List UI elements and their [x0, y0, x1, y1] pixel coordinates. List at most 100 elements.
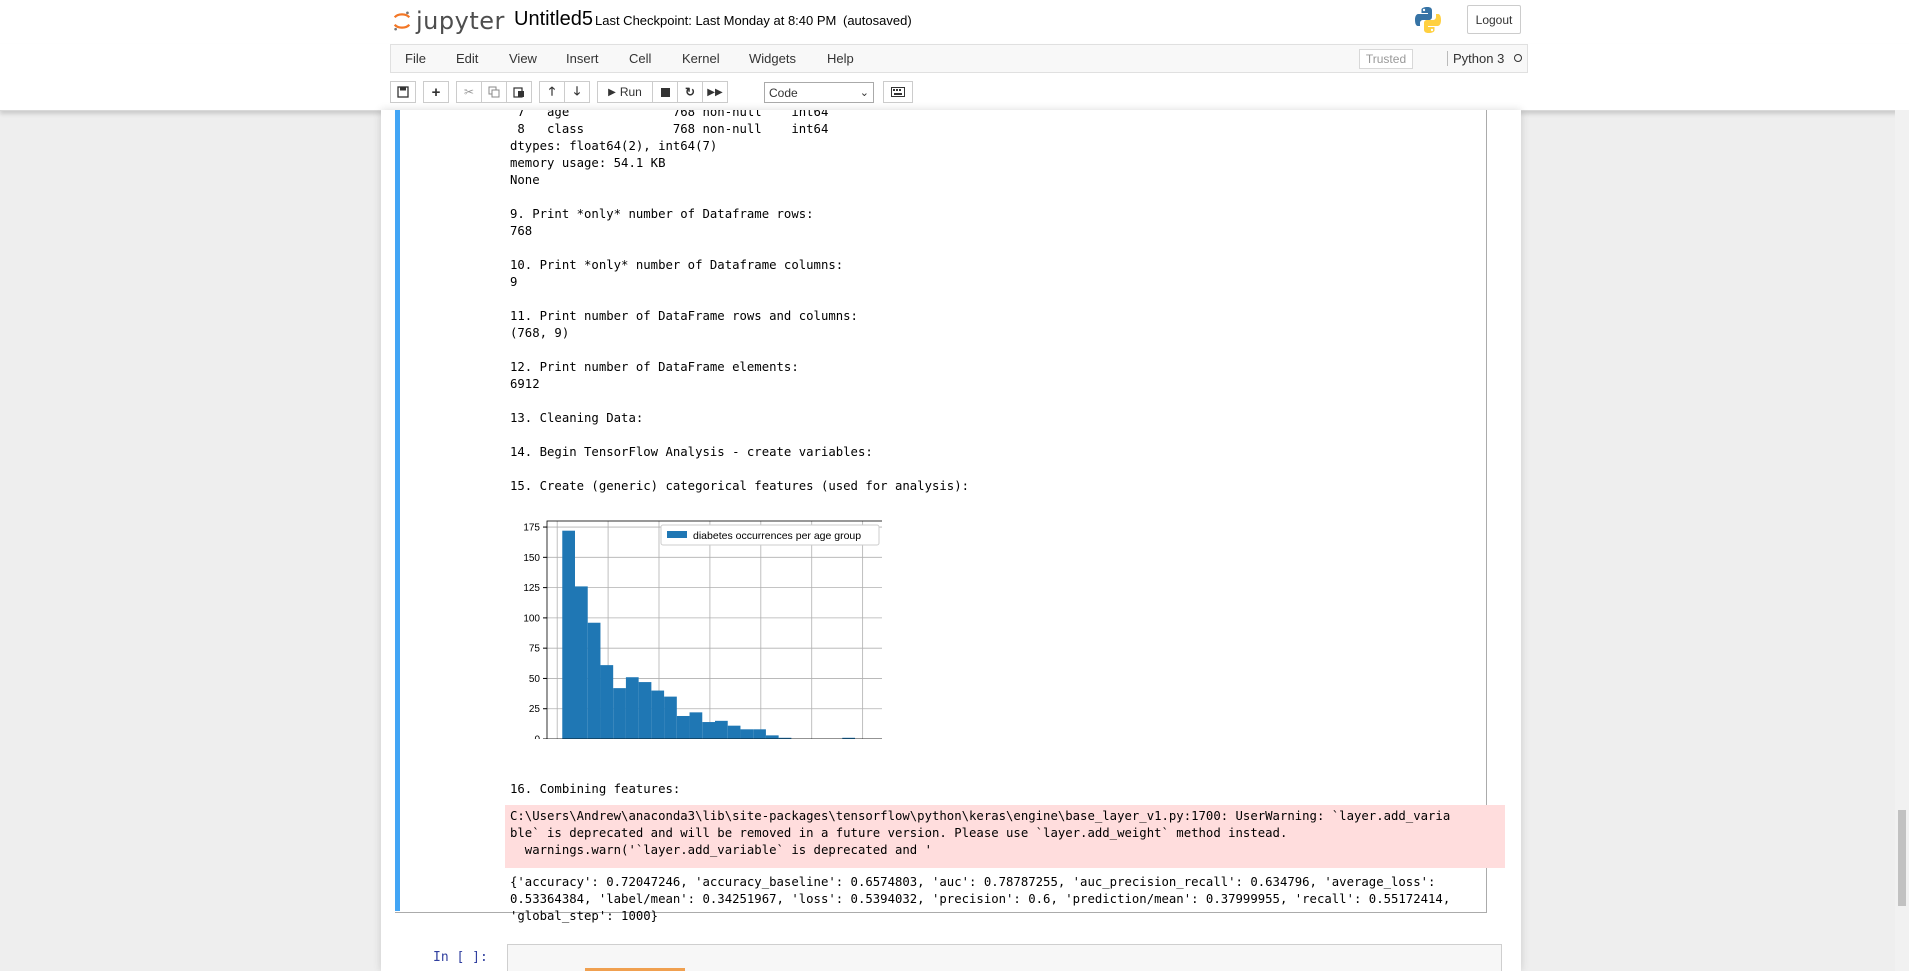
y-tick-label: 50	[529, 674, 541, 685]
selected-cell-indicator	[395, 110, 400, 911]
histogram-bar	[664, 696, 677, 739]
menubar-area: File Edit View Insert Cell Kernel Widget…	[0, 44, 1909, 111]
menubar: File Edit View Insert Cell Kernel Widget…	[390, 44, 1528, 73]
restart-button[interactable]: ↻	[677, 81, 703, 103]
stderr-line: ble` is deprecated and will be removed i…	[510, 826, 1288, 840]
histogram-bar	[575, 586, 588, 739]
kernel-name[interactable]: Python 3	[1447, 51, 1504, 66]
notebook-container: 7 age 768 non-null int64 8 class 768 non…	[381, 110, 1521, 971]
python-icon	[1415, 7, 1441, 33]
restart-run-all-button[interactable]: ▶▶	[702, 81, 728, 103]
histogram-chart: 203040506070800255075100125150175diabete…	[523, 520, 882, 740]
histogram-bar	[689, 712, 703, 739]
chevron-down-icon: ⌄	[859, 87, 869, 99]
scrollbar[interactable]	[1895, 110, 1909, 971]
save-icon	[397, 86, 409, 98]
menu-widgets[interactable]: Widgets	[749, 51, 796, 66]
section16-label: 16. Combining features:	[510, 782, 681, 796]
input-prompt: In [ ]:	[433, 950, 488, 965]
histogram-bar	[740, 729, 754, 739]
histogram-bar	[715, 720, 728, 739]
copy-button[interactable]	[481, 81, 507, 103]
menu-cell[interactable]: Cell	[629, 51, 651, 66]
paste-button[interactable]	[506, 81, 532, 103]
histogram-bar	[613, 688, 626, 739]
stderr-line: C:\Users\Andrew\anaconda3\lib\site-packa…	[510, 809, 1451, 823]
move-up-button[interactable]: 🡑	[539, 81, 565, 103]
arrow-down-icon: 🡓	[573, 83, 581, 98]
logout-button[interactable]: Logout	[1467, 5, 1521, 34]
interrupt-button[interactable]	[652, 81, 678, 103]
output-line: dtypes: float64(2), int64(7)	[510, 139, 718, 153]
cell-type-select[interactable]: Code ⌄	[764, 82, 874, 103]
move-down-button[interactable]: 🡓	[564, 81, 590, 103]
scrollbar-thumb[interactable]	[1898, 810, 1906, 906]
y-tick-label: 125	[523, 583, 540, 594]
histogram-bar	[753, 729, 766, 739]
output-line: 6912	[510, 377, 540, 391]
paste-icon	[513, 87, 524, 98]
histogram-bar	[600, 665, 614, 739]
arrow-up-icon: 🡑	[548, 83, 556, 98]
output-line: 15. Create (generic) categorical feature…	[510, 479, 970, 493]
command-palette-button[interactable]	[883, 81, 913, 103]
cell-output-text: 7 age 768 non-null int64 8 class 768 non…	[510, 110, 1510, 495]
menu-file[interactable]: File	[405, 51, 426, 66]
copy-icon	[488, 86, 500, 98]
histogram-bar	[587, 622, 601, 739]
menu-help[interactable]: Help	[827, 51, 854, 66]
result-output: {'accuracy': 0.72047246, 'accuracy_basel…	[510, 874, 1510, 925]
insert-cell-button[interactable]: +	[423, 81, 449, 103]
jupyter-logo[interactable]: jupyter	[392, 4, 505, 38]
jupyter-ring-icon	[393, 11, 411, 31]
autosave-status: (autosaved)	[843, 13, 912, 28]
jupyter-wordmark: jupyter	[416, 7, 505, 35]
checkpoint-status: Last Checkpoint: Last Monday at 8:40 PM	[595, 13, 837, 28]
cut-button[interactable]: ✂	[456, 81, 482, 103]
histogram-bar	[625, 677, 639, 739]
histogram-bar	[651, 690, 665, 739]
scissors-icon: ✂	[463, 85, 475, 99]
output-line: 13. Cleaning Data:	[510, 411, 644, 425]
output-line: memory usage: 54.1 KB	[510, 156, 666, 170]
output-line: 14. Begin TensorFlow Analysis - create v…	[510, 445, 873, 459]
kernel-idle-icon	[1514, 54, 1522, 62]
menu-kernel[interactable]: Kernel	[682, 51, 720, 66]
run-button[interactable]: ▶ Run	[597, 81, 653, 103]
run-label: Run	[619, 85, 642, 99]
stderr-line: warnings.warn('`layer.add_variable` is d…	[510, 843, 932, 857]
stderr-output: C:\Users\Andrew\anaconda3\lib\site-packa…	[505, 805, 1505, 868]
histogram-bar	[562, 530, 575, 739]
histogram-bar	[765, 735, 779, 739]
y-tick-label: 100	[523, 613, 540, 624]
result-line: {'accuracy': 0.72047246, 'accuracy_basel…	[510, 875, 1436, 889]
result-line: 'global_step': 1000}	[510, 909, 659, 923]
y-tick-label: 0	[534, 735, 540, 740]
menu-insert[interactable]: Insert	[566, 51, 599, 66]
header: jupyter Untitled5 Last Checkpoint: Last …	[0, 0, 1909, 44]
cell-type-value: Code	[769, 85, 798, 100]
plus-icon: +	[431, 83, 441, 101]
menu-view[interactable]: View	[509, 51, 537, 66]
y-tick-label: 150	[523, 553, 540, 564]
code-input[interactable]	[507, 944, 1502, 971]
output-line: 11. Print number of DataFrame rows and c…	[510, 309, 858, 323]
menu-edit[interactable]: Edit	[456, 51, 478, 66]
output-line: None	[510, 173, 540, 187]
output-line: 9	[510, 275, 518, 289]
save-button[interactable]	[390, 81, 416, 103]
histogram-bar	[702, 722, 715, 739]
output-line: (768, 9)	[510, 326, 570, 340]
trusted-indicator[interactable]: Trusted	[1359, 49, 1413, 69]
keyboard-icon	[891, 87, 905, 97]
output-line: 8 class 768 non-null int64	[510, 122, 829, 136]
y-tick-label: 25	[529, 704, 541, 715]
notebook-name[interactable]: Untitled5	[514, 8, 593, 31]
